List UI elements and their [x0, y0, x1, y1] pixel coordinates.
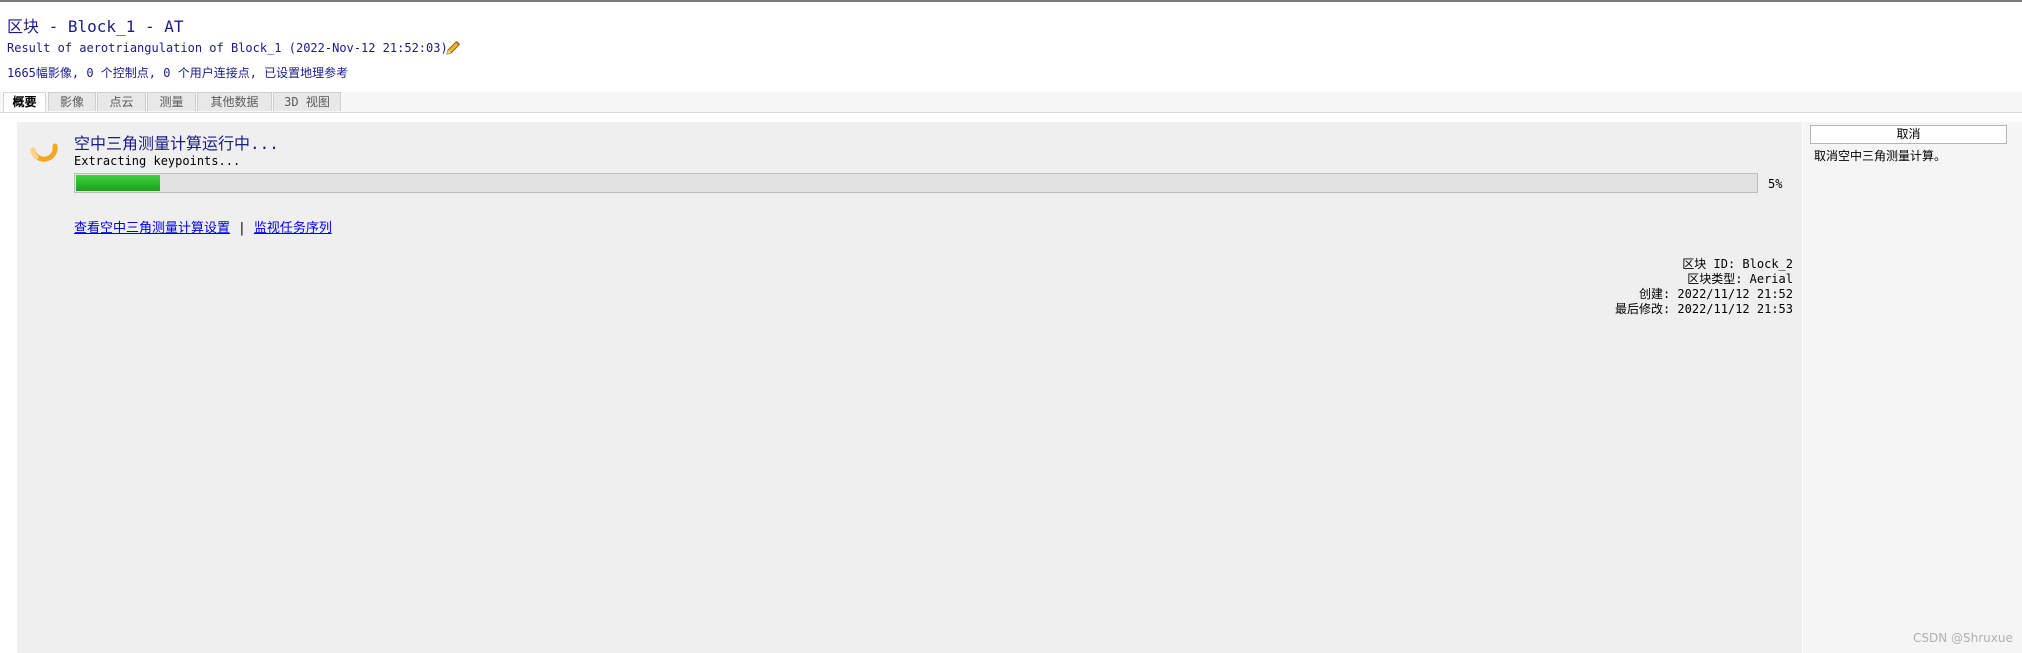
result-subtitle: Result of aerotriangulation of Block_1 (… — [7, 41, 448, 55]
status-title: 空中三角测量计算运行中... — [74, 134, 279, 153]
tab-point-cloud[interactable]: 点云 — [97, 92, 146, 111]
cancel-description: 取消空中三角测量计算。 — [1814, 149, 1947, 163]
progress-fill — [76, 175, 160, 191]
status-step: Extracting keypoints... — [74, 154, 241, 168]
link-separator: | — [238, 221, 246, 236]
overview-panel — [17, 122, 1802, 653]
watermark: CSDN @Shruxue — [1913, 631, 2013, 645]
block-type: 区块类型: Aerial — [1687, 272, 1793, 286]
pencil-icon[interactable] — [444, 39, 462, 57]
loading-spinner-icon — [30, 143, 58, 162]
page-title: 区块 - Block_1 - AT — [7, 17, 184, 36]
action-links: 查看空中三角测量计算设置 | 监视任务序列 — [74, 217, 332, 236]
tab-measurements[interactable]: 测量 — [147, 92, 196, 111]
tab-images[interactable]: 影像 — [48, 92, 96, 111]
header: 区块 - Block_1 - AT Result of aerotriangul… — [0, 2, 2022, 93]
tab-bar: 概要 影像 点云 测量 其他数据 3D 视图 — [0, 92, 2022, 113]
view-at-settings-link[interactable]: 查看空中三角测量计算设置 — [74, 221, 230, 236]
tab-3d-view[interactable]: 3D 视图 — [273, 92, 341, 111]
tab-overview[interactable]: 概要 — [3, 92, 46, 112]
progress-percent: 5% — [1768, 177, 1783, 191]
block-metadata: 区块 ID: Block_2 区块类型: Aerial 创建: 2022/11/… — [1615, 257, 1793, 317]
modified-date: 最后修改: 2022/11/12 21:53 — [1614, 302, 1793, 316]
actions-sidebar — [1803, 122, 2022, 653]
created-date: 创建: 2022/11/12 21:52 — [1638, 287, 1793, 301]
monitor-job-queue-link[interactable]: 监视任务序列 — [254, 221, 332, 236]
progress-bar — [74, 173, 1758, 193]
block-id: 区块 ID: Block_2 — [1682, 257, 1793, 271]
tab-other-data[interactable]: 其他数据 — [197, 92, 272, 111]
cancel-button[interactable]: 取消 — [1810, 125, 2007, 144]
block-summary: 1665幅影像, 0 个控制点, 0 个用户连接点, 已设置地理参考 — [7, 66, 349, 80]
